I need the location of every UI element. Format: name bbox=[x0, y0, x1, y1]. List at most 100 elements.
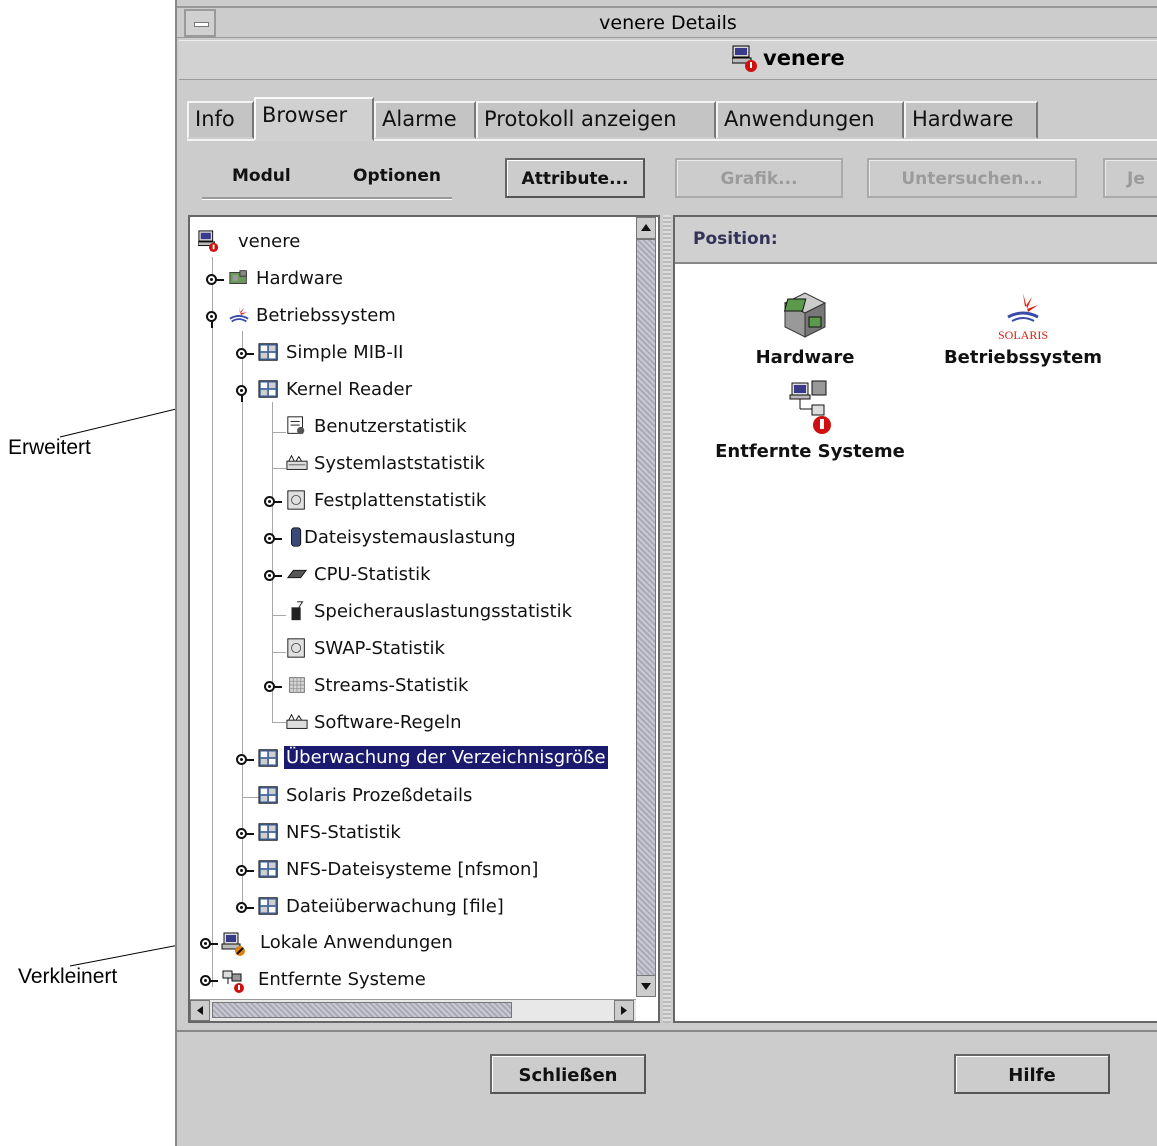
hardware-icon bbox=[229, 270, 247, 284]
content-icon-label: Betriebssystem bbox=[943, 347, 1103, 368]
tree-label: Lokale Anwendungen bbox=[260, 932, 453, 953]
scroll-left-arrow-icon[interactable] bbox=[190, 1000, 210, 1021]
tree-label: venere bbox=[238, 231, 301, 252]
tree-horizontal-scrollbar[interactable] bbox=[190, 999, 636, 1021]
tree-item-simple-mib[interactable]: Simple MIB-II bbox=[228, 338, 648, 368]
tree-label-selected: Überwachung der Verzeichnisgröße bbox=[284, 746, 608, 769]
host-header: venere bbox=[179, 40, 1157, 80]
menu-underline bbox=[202, 197, 452, 200]
toggle-stem bbox=[210, 980, 218, 982]
tree-line bbox=[272, 615, 286, 616]
toggle-stem bbox=[216, 279, 224, 281]
user-stats-icon bbox=[287, 416, 305, 435]
rules-icon bbox=[286, 713, 308, 729]
callout-expanded: Erweitert bbox=[8, 436, 91, 459]
memory-icon bbox=[291, 601, 304, 621]
attributes-button[interactable]: Attribute... bbox=[505, 158, 645, 198]
scroll-right-arrow-icon[interactable] bbox=[614, 1000, 634, 1021]
tab-info[interactable]: Info bbox=[187, 101, 254, 139]
scroll-down-arrow-icon[interactable] bbox=[636, 975, 656, 997]
toggle-stem bbox=[246, 870, 254, 872]
scroll-thumb[interactable] bbox=[212, 1002, 512, 1018]
graph-button[interactable]: Grafik... bbox=[675, 158, 843, 198]
module-icon bbox=[258, 823, 278, 841]
toggle-stem bbox=[241, 395, 243, 402]
title-bar[interactable]: venere Details bbox=[177, 6, 1157, 38]
tree-item-process-details[interactable]: Solaris Prozeßdetails bbox=[228, 781, 648, 811]
local-apps-icon bbox=[221, 932, 245, 956]
swap-icon bbox=[287, 638, 305, 658]
content-icon-remote-systems[interactable]: Entfernte Systeme bbox=[695, 377, 925, 462]
scroll-thumb[interactable] bbox=[636, 239, 656, 977]
solaris-icon bbox=[229, 305, 249, 323]
module-icon bbox=[258, 897, 278, 915]
tree-item-os[interactable]: Betriebssystem bbox=[198, 301, 638, 331]
close-button[interactable]: Schließen bbox=[490, 1054, 646, 1094]
help-button[interactable]: Hilfe bbox=[954, 1054, 1110, 1094]
toggle-stem bbox=[274, 575, 282, 577]
details-window: venere Details venere Info Browser Alarm… bbox=[175, 0, 1157, 1146]
tab-view-log[interactable]: Protokoll anzeigen bbox=[476, 101, 716, 139]
tab-browser[interactable]: Browser bbox=[254, 97, 374, 141]
tree-item-load-stats[interactable]: Systemlaststatistik bbox=[286, 449, 646, 479]
tree-label: Festplattenstatistik bbox=[314, 490, 487, 511]
tree-item-streams-stats[interactable]: Streams-Statistik bbox=[256, 671, 646, 701]
tree-item-local-apps[interactable]: Lokale Anwendungen bbox=[198, 928, 638, 958]
tree-label: Software-Regeln bbox=[314, 712, 462, 733]
tree-label: Systemlaststatistik bbox=[314, 453, 485, 474]
menu-module[interactable]: Modul bbox=[232, 166, 291, 186]
module-icon bbox=[258, 860, 278, 878]
remote-systems-alarm-icon bbox=[789, 380, 831, 434]
tree-label: NFS-Dateisysteme [nfsmon] bbox=[286, 859, 539, 880]
module-tree[interactable]: venere Hardware Betriebssystem Simple MI… bbox=[188, 215, 660, 1023]
tree-item-software-rules[interactable]: Software-Regeln bbox=[286, 708, 646, 738]
toggle-stem bbox=[274, 538, 282, 540]
tree-item-cpu-stats[interactable]: CPU-Statistik bbox=[256, 560, 646, 590]
tree-line bbox=[212, 257, 213, 987]
tree-label: Simple MIB-II bbox=[286, 342, 404, 363]
toggle-stem bbox=[246, 833, 254, 835]
tree-label: NFS-Statistik bbox=[286, 822, 401, 843]
tree-item-dir-size-monitoring[interactable]: Überwachung der Verzeichnisgröße bbox=[228, 744, 648, 774]
tree-label: SWAP-Statistik bbox=[314, 638, 445, 659]
toggle-stem bbox=[211, 321, 213, 328]
tree-item-disk-stats[interactable]: Festplattenstatistik bbox=[256, 486, 646, 516]
tree-item-kernel-reader[interactable]: Kernel Reader bbox=[228, 375, 648, 405]
pane-splitter[interactable] bbox=[663, 215, 671, 1023]
toggle-stem bbox=[274, 501, 282, 503]
content-icon-hardware[interactable]: Hardware bbox=[753, 287, 857, 368]
tree-item-memory-stats[interactable]: Speicherauslastungsstatistik bbox=[286, 597, 646, 627]
tree-vertical-scrollbar[interactable] bbox=[636, 217, 656, 997]
tree-item-filesystem-usage[interactable]: Dateisystemauslastung bbox=[256, 523, 646, 553]
tree-item-remote-systems[interactable]: Entfernte Systeme bbox=[198, 965, 638, 995]
callout-collapsed: Verkleinert bbox=[18, 965, 118, 988]
tree-label: Entfernte Systeme bbox=[258, 969, 426, 990]
probe-button[interactable]: Untersuchen... bbox=[867, 158, 1077, 198]
cut-off-button[interactable]: Je bbox=[1103, 158, 1157, 198]
tree-label: Dateisystemauslastung bbox=[304, 527, 516, 548]
tree-line bbox=[272, 468, 286, 469]
content-icon-os[interactable]: SOLARIS Betriebssystem bbox=[933, 287, 1113, 368]
menu-options[interactable]: Optionen bbox=[353, 166, 441, 186]
tree-item-nfs-stats[interactable]: NFS-Statistik bbox=[228, 818, 648, 848]
tree-item-hardware[interactable]: Hardware bbox=[198, 264, 638, 294]
tree-root[interactable]: venere bbox=[198, 227, 638, 257]
tree-item-swap-stats[interactable]: SWAP-Statistik bbox=[286, 634, 646, 664]
tree-item-user-stats[interactable]: Benutzerstatistik bbox=[286, 412, 646, 442]
content-icon-label: Hardware bbox=[755, 347, 855, 368]
tab-applications[interactable]: Anwendungen bbox=[716, 101, 904, 139]
scroll-up-arrow-icon[interactable] bbox=[636, 217, 656, 239]
solaris-logo-text: SOLARIS bbox=[998, 328, 1048, 342]
module-icon bbox=[258, 749, 278, 767]
tree-label: Speicherauslastungsstatistik bbox=[314, 601, 572, 622]
tree-label: Benutzerstatistik bbox=[314, 416, 467, 437]
tab-hardware[interactable]: Hardware bbox=[904, 101, 1038, 139]
toggle-stem bbox=[246, 907, 254, 909]
toggle-stem bbox=[210, 943, 218, 945]
tab-alarms[interactable]: Alarme bbox=[374, 101, 476, 139]
tree-item-file-monitoring[interactable]: Dateiüberwachung [file] bbox=[228, 892, 648, 922]
tree-line bbox=[272, 652, 286, 653]
tree-item-nfs-filesystems[interactable]: NFS-Dateisysteme [nfsmon] bbox=[228, 855, 648, 885]
solaris-logo-icon: SOLARIS bbox=[998, 293, 1048, 342]
position-bar: Position: bbox=[675, 217, 1157, 264]
